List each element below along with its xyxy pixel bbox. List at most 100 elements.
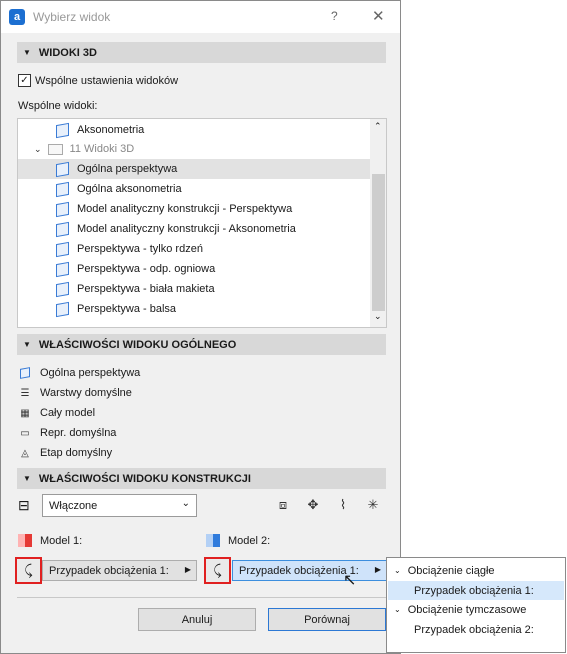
tree-item-label: Aksonometria [77,124,145,136]
section-title: WŁAŚCIWOŚCI WIDOKU OGÓLNEGO [38,338,237,351]
popup-group-row[interactable]: ⌄ Obciążenie tymczasowe [388,600,564,619]
chevron-right-icon: ▶ [184,565,191,574]
chevron-down-icon: ⌄ [181,498,190,509]
views-tree[interactable]: Aksonometria ⌄ 11 Widoki 3D Ogólna persp… [17,118,387,328]
prop-label: Repr. domyślna [40,427,117,439]
3d-view-icon [56,281,69,297]
tree-item-label: Perspektywa - balsa [77,303,177,315]
help-button[interactable]: ? [331,9,338,23]
chevron-down-icon[interactable]: ⌄ [34,144,42,155]
model2-label-row: Model 2: [206,534,270,547]
prop-row: Ogólna perspektywa [18,364,140,382]
popup-group-label: Obciążenie ciągłe [407,564,495,577]
model2-load-case-dropdown[interactable]: Przypadek obciążenia 1: ▶ [232,560,387,581]
folder-icon [47,143,63,155]
app-logo-icon: a [9,9,25,25]
tree-item-label: Ogólna aksonometria [77,183,182,195]
prop-label: Ogólna perspektywa [40,367,141,379]
popup-item-label: Przypadek obciążenia 1: [414,584,534,597]
section-general-view-header[interactable]: ▼ WŁAŚCIWOŚCI WIDOKU OGÓLNEGO [17,334,386,355]
tree-item-selected[interactable]: Ogólna perspektywa [18,159,370,179]
tree-item[interactable]: Model analityczny konstrukcji - Aksonome… [18,219,370,239]
perspective-icon [18,367,32,379]
model-icon: ▦ [20,407,30,419]
popup-group-row[interactable]: ⌄ Obciążenie ciągłe [388,561,564,580]
popup-item-label: Przypadek obciążenia 2: [414,623,534,636]
section-title: WŁAŚCIWOŚCI WIDOKU KONSTRUKCJI [38,472,251,485]
dropdown-value: Przypadek obciążenia 1: [239,564,359,577]
chevron-down-icon: ⌄ [394,566,401,575]
select-view-dialog: a Wybierz widok ? ✕ ▼ WIDOKI 3D ✓ Wspóln… [0,0,401,654]
tree-item-label: Model analityczny konstrukcji - Aksonome… [77,223,296,235]
mouse-cursor-icon: ↖ [343,572,357,589]
prop-row: ☰ Warstwy domyślne [18,384,132,402]
close-button[interactable]: ✕ [372,7,385,25]
3d-view-icon [56,201,69,217]
section-tool-icon[interactable]: ⧈ [274,496,292,514]
move-tool-icon[interactable]: ✥ [304,496,322,514]
model1-label: Model 1: [40,534,83,547]
3d-view-icon [56,122,69,138]
compare-button[interactable]: Porównaj [268,608,386,631]
structure-icon: ⊟ [18,497,30,513]
section-3d-views-header[interactable]: ▼ WIDOKI 3D [17,42,386,63]
model1-load-case-dropdown[interactable]: Przypadek obciążenia 1: ▶ [42,560,197,581]
structure-mode-select[interactable]: Włączone ⌄ [42,494,197,517]
common-settings-checkbox[interactable]: ✓ Wspólne ustawienia widoków [18,74,178,87]
common-views-label: Wspólne widoki: [18,100,98,112]
load-case-icon: ⤹ [213,562,222,578]
axes-tool-icon[interactable]: ✳ [364,496,382,514]
model2-label: Model 2: [228,534,271,547]
section-title: WIDOKI 3D [38,46,97,59]
tree-item[interactable]: Model analityczny konstrukcji - Perspekt… [18,199,370,219]
tree-item[interactable]: Perspektywa - tylko rdzeń [18,239,370,259]
scroll-up-icon[interactable]: ⌃ [374,121,382,132]
3d-view-icon [56,261,69,277]
model2-pick-button[interactable]: ⤹ [204,557,231,584]
prop-label: Warstwy domyślne [40,387,132,399]
representation-icon: ▭ [20,427,30,439]
load-case-popup-menu: ⌄ Obciążenie ciągłe Przypadek obciążenia… [386,557,566,653]
tree-folder-label: 11 Widoki 3D [69,143,135,155]
phase-icon: ◬ [21,447,29,459]
popup-item-selected[interactable]: Przypadek obciążenia 1: [388,581,564,600]
popup-group-label: Obciążenie tymczasowe [407,603,527,616]
dropdown-value: Przypadek obciążenia 1: [49,564,169,577]
prop-label: Cały model [40,407,96,419]
prop-row: ◬ Etap domyślny [18,444,112,462]
collapse-triangle-icon: ▼ [23,474,31,483]
model1-label-row: Model 1: [18,534,82,547]
tree-item[interactable]: Perspektywa - balsa [18,299,370,319]
dialog-title: Wybierz widok [33,10,111,24]
3d-view-icon [56,221,69,237]
3d-view-icon [56,301,69,317]
layers-icon: ☰ [20,387,30,399]
scroll-thumb[interactable] [372,174,385,311]
model1-pick-button[interactable]: ⤹ [15,557,42,584]
divider [17,597,387,598]
select-value: Włączone [49,499,98,512]
tree-folder[interactable]: ⌄ 11 Widoki 3D [18,139,370,159]
common-settings-label: Wspólne ustawienia widoków [35,74,179,87]
tree-item[interactable]: Perspektywa - biała makieta [18,279,370,299]
tree-item-label: Model analityczny konstrukcji - Perspekt… [77,203,293,215]
chevron-down-icon: ⌄ [394,605,401,614]
tree-scrollbar[interactable]: ⌃ ⌄ [370,119,386,327]
tree-item-label: Perspektywa - biała makieta [77,283,215,295]
model1-color-swatch [18,534,32,547]
checkbox-box[interactable]: ✓ [18,74,31,87]
scroll-down-icon[interactable]: ⌄ [374,311,382,322]
collapse-triangle-icon: ▼ [23,340,31,349]
collapse-triangle-icon: ▼ [23,48,31,57]
3d-view-icon [56,161,69,177]
tree-item[interactable]: Aksonometria [18,120,370,140]
popup-item[interactable]: Przypadek obciążenia 2: [388,620,564,639]
tree-item-label: Ogólna perspektywa [77,163,178,175]
prop-label: Etap domyślny [40,447,113,459]
section-structure-view-header[interactable]: ▼ WŁAŚCIWOŚCI WIDOKU KONSTRUKCJI [17,468,386,489]
load-case-icon: ⤹ [24,562,33,578]
cancel-button[interactable]: Anuluj [138,608,256,631]
tree-item[interactable]: Perspektywa - odp. ogniowa [18,259,370,279]
tree-item[interactable]: Ogólna aksonometria [18,179,370,199]
diagram-tool-icon[interactable]: ⌇ [334,496,352,514]
